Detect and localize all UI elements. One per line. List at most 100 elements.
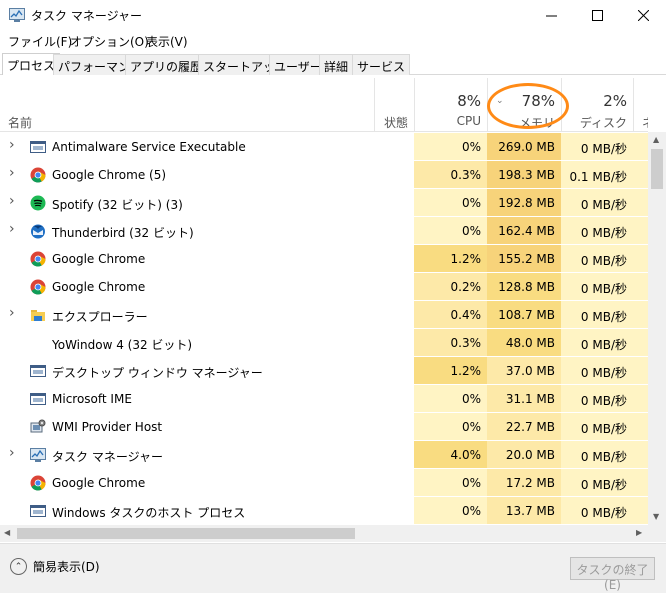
process-cpu: 4.0% <box>414 441 487 469</box>
horizontal-scrollbar[interactable]: ◀ ▶ <box>0 525 648 542</box>
process-cpu: 0% <box>414 497 487 525</box>
window-title: タスク マネージャー <box>31 9 142 23</box>
process-name: YoWindow 4 (32 ビット) <box>52 338 193 352</box>
process-row[interactable]: › Google Chrome (5) 0.3% 198.3 MB 0.1 MB/秒 <box>0 161 648 189</box>
process-name: エクスプローラー <box>52 310 148 324</box>
process-row[interactable]: Microsoft IME 0% 31.1 MB 0 MB/秒 <box>0 385 648 413</box>
process-cpu: 0.4% <box>414 301 487 329</box>
process-network <box>633 161 648 189</box>
process-row[interactable]: › エクスプローラー 0.4% 108.7 MB 0 MB/秒 <box>0 301 648 329</box>
menu-options[interactable]: オプション(O) <box>70 33 149 50</box>
process-name: デスクトップ ウィンドウ マネージャー <box>52 366 263 380</box>
process-row[interactable]: Google Chrome 0% 17.2 MB 0 MB/秒 <box>0 469 648 497</box>
process-row[interactable]: › Thunderbird (32 ビット) 0% 162.4 MB 0 MB/秒 <box>0 217 648 245</box>
process-name: Windows タスクのホスト プロセス <box>52 506 246 520</box>
process-disk: 0 MB/秒 <box>561 441 633 469</box>
chrome-icon <box>30 251 46 267</box>
chevron-right-icon[interactable]: › <box>9 305 15 321</box>
task-manager-icon <box>9 8 25 22</box>
process-cpu: 0.3% <box>414 161 487 189</box>
process-memory: 128.8 MB <box>487 273 561 301</box>
process-network <box>633 357 648 385</box>
vertical-scrollbar[interactable]: ▲ ▼ <box>648 132 666 525</box>
process-disk: 0 MB/秒 <box>561 245 633 273</box>
process-row[interactable]: Google Chrome 0.2% 128.8 MB 0 MB/秒 <box>0 273 648 301</box>
process-memory: 108.7 MB <box>487 301 561 329</box>
vertical-scroll-thumb[interactable] <box>651 149 663 189</box>
column-network[interactable]: ネッ <box>633 78 648 132</box>
process-cpu: 1.2% <box>414 357 487 385</box>
tab-services[interactable]: サービス <box>352 54 411 75</box>
process-row[interactable]: › Spotify (32 ビット) (3) 0% 192.8 MB 0 MB/秒 <box>0 189 648 217</box>
chrome-icon <box>30 279 46 295</box>
folder-icon <box>30 307 46 323</box>
tab-app-history[interactable]: アプリの履歴 <box>125 54 208 75</box>
process-row[interactable]: YoWindow 4 (32 ビット) 0.3% 48.0 MB 0 MB/秒 <box>0 329 648 357</box>
process-disk: 0 MB/秒 <box>561 413 633 441</box>
process-row[interactable]: デスクトップ ウィンドウ マネージャー 1.2% 37.0 MB 0 MB/秒 <box>0 357 648 385</box>
scroll-right-icon[interactable]: ▶ <box>636 528 642 537</box>
process-name: Google Chrome <box>52 280 146 294</box>
tab-details[interactable]: 詳細 <box>319 54 354 75</box>
chevron-right-icon[interactable]: › <box>9 165 15 181</box>
process-row[interactable]: Google Chrome 1.2% 155.2 MB 0 MB/秒 <box>0 245 648 273</box>
process-cpu: 0% <box>414 189 487 217</box>
column-disk[interactable]: 2% ディスク <box>561 78 633 132</box>
menu-file[interactable]: ファイル(F) <box>8 33 72 50</box>
menu-view[interactable]: 表示(V) <box>146 33 188 50</box>
process-memory: 17.2 MB <box>487 469 561 497</box>
process-row[interactable]: › タスク マネージャー 4.0% 20.0 MB 0 MB/秒 <box>0 441 648 469</box>
close-button[interactable] <box>620 0 666 31</box>
column-name-label: 名前 <box>8 116 33 130</box>
chrome-icon <box>30 167 46 183</box>
wmi-icon <box>30 419 46 435</box>
scroll-down-icon[interactable]: ▼ <box>653 512 659 521</box>
maximize-icon <box>591 10 603 21</box>
task-manager-icon <box>30 447 46 463</box>
chevron-up-icon: ⌃ <box>10 558 27 575</box>
service-window-icon <box>30 363 46 379</box>
horizontal-scroll-thumb[interactable] <box>17 528 355 539</box>
chevron-right-icon[interactable]: › <box>9 137 15 153</box>
process-memory: 192.8 MB <box>487 189 561 217</box>
minimize-button[interactable] <box>528 0 574 31</box>
process-row[interactable]: Windows タスクのホスト プロセス 0% 13.7 MB 0 MB/秒 <box>0 497 648 525</box>
menu-bar: ファイル(F) オプション(O) 表示(V) <box>0 31 666 51</box>
scroll-up-icon[interactable]: ▲ <box>653 135 659 144</box>
chevron-right-icon[interactable]: › <box>9 221 15 237</box>
column-cpu-label: CPU <box>456 114 481 128</box>
process-disk: 0 MB/秒 <box>561 469 633 497</box>
column-cpu[interactable]: 8% CPU <box>414 78 487 132</box>
process-name: Google Chrome <box>52 476 146 490</box>
process-cpu: 0.2% <box>414 273 487 301</box>
column-memory[interactable]: ⌄ 78% メモリ <box>487 78 561 132</box>
column-status[interactable]: 状態 <box>374 78 414 132</box>
tab-bar: プロセス パフォーマンス アプリの履歴 スタートアップ ユーザー 詳細 サービス <box>0 53 666 75</box>
column-name[interactable]: 名前 <box>0 78 374 132</box>
fewer-details-button[interactable]: ⌃ 簡易表示(D) <box>10 558 100 575</box>
process-row[interactable]: › Antimalware Service Executable 0% 269.0 M… <box>0 133 648 161</box>
process-network <box>633 329 648 357</box>
process-memory: 20.0 MB <box>487 441 561 469</box>
process-disk: 0 MB/秒 <box>561 301 633 329</box>
chevron-right-icon[interactable]: › <box>9 445 15 461</box>
disk-total-percent: 2% <box>603 92 627 110</box>
process-cpu: 0% <box>414 385 487 413</box>
tab-processes[interactable]: プロセス <box>2 53 61 75</box>
scroll-left-icon[interactable]: ◀ <box>4 528 10 537</box>
process-name: Google Chrome (5) <box>52 168 167 182</box>
process-disk: 0 MB/秒 <box>561 329 633 357</box>
process-cpu: 0% <box>414 413 487 441</box>
process-name: Spotify (32 ビット) (3) <box>52 198 183 212</box>
chevron-right-icon[interactable]: › <box>9 193 15 209</box>
maximize-button[interactable] <box>574 0 620 31</box>
process-memory: 269.0 MB <box>487 133 561 161</box>
process-disk: 0 MB/秒 <box>561 497 633 525</box>
chrome-icon <box>30 475 46 491</box>
process-row[interactable]: WMI Provider Host 0% 22.7 MB 0 MB/秒 <box>0 413 648 441</box>
memory-total-percent: 78% <box>521 92 555 110</box>
process-disk: 0 MB/秒 <box>561 189 633 217</box>
end-task-button[interactable]: タスクの終了(E) <box>570 557 655 592</box>
column-header: 名前 状態 8% CPU ⌄ 78% メモリ 2% ディスク ネッ <box>0 78 648 132</box>
process-network <box>633 385 648 413</box>
